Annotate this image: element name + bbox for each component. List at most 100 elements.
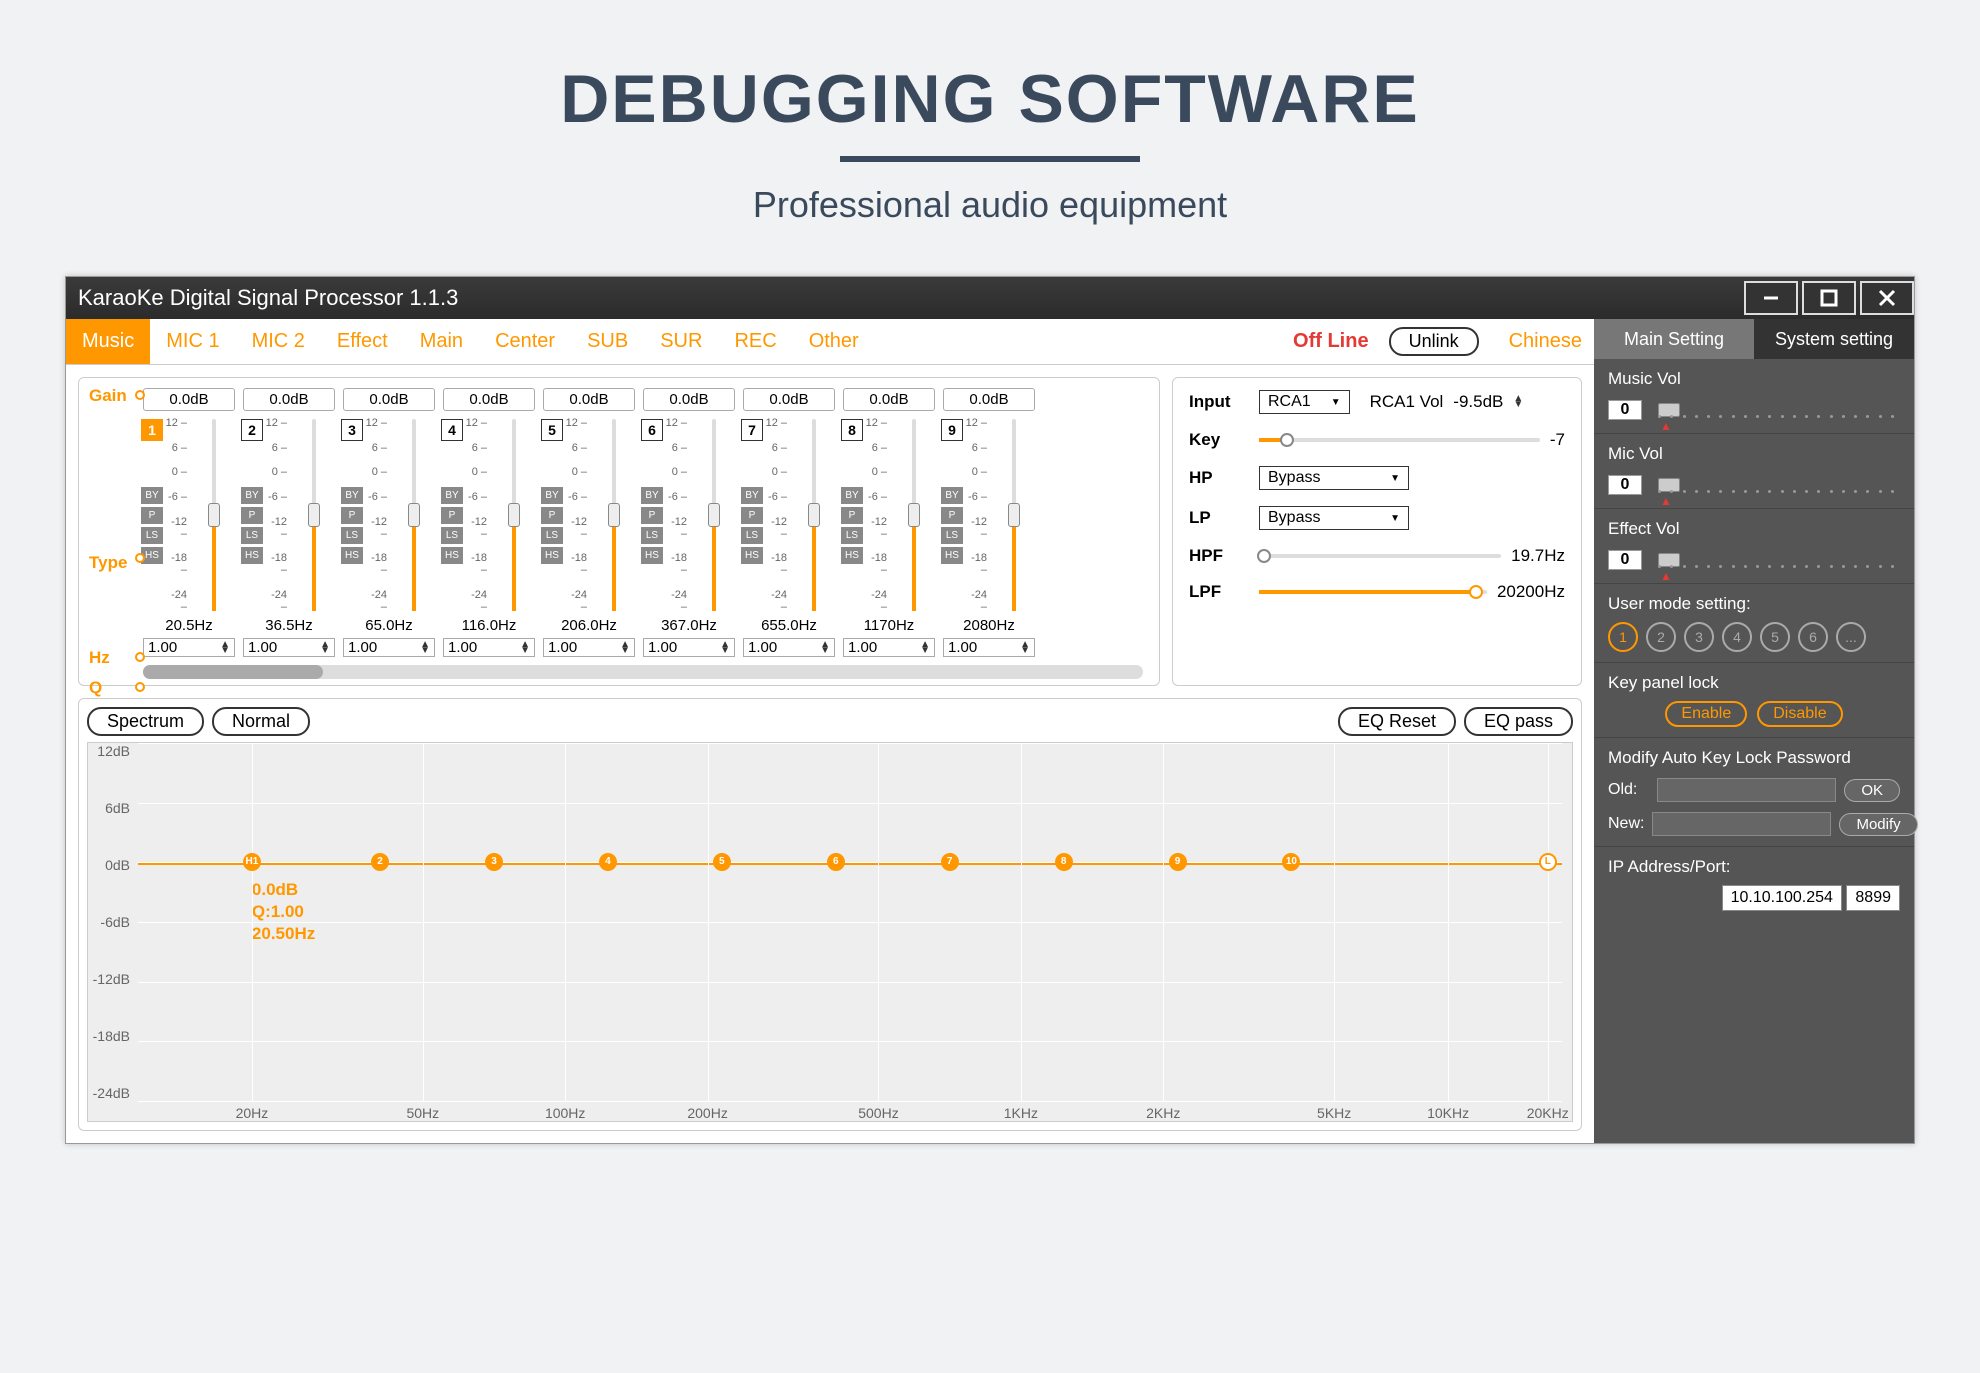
gain-value[interactable]: 0.0dB	[143, 388, 235, 411]
spectrum-button[interactable]: Spectrum	[87, 707, 204, 736]
hz-value[interactable]: 206.0Hz	[543, 615, 635, 636]
type-p[interactable]: P	[641, 507, 663, 524]
q-stepper[interactable]: ▲▼	[220, 642, 230, 654]
key-slider[interactable]	[1259, 438, 1540, 442]
q-value[interactable]: 1.00▲▼	[943, 638, 1035, 657]
tab-main-setting[interactable]: Main Setting	[1594, 319, 1754, 359]
mode-...[interactable]: ...	[1836, 622, 1866, 652]
type-by[interactable]: BY	[541, 487, 563, 504]
type-by[interactable]: BY	[141, 487, 163, 504]
new-pw-input[interactable]	[1652, 812, 1831, 836]
hz-value[interactable]: 65.0Hz	[343, 615, 435, 636]
type-ls[interactable]: LS	[341, 527, 363, 544]
old-pw-input[interactable]	[1657, 778, 1836, 802]
enable-button[interactable]: Enable	[1665, 701, 1747, 727]
language-toggle[interactable]: Chinese	[1509, 330, 1582, 353]
q-value[interactable]: 1.00▲▼	[143, 638, 235, 657]
mode-3[interactable]: 3	[1684, 622, 1714, 652]
gain-value[interactable]: 0.0dB	[643, 388, 735, 411]
type-ls[interactable]: LS	[141, 527, 163, 544]
effect-vol-slider[interactable]: ▲	[1652, 547, 1900, 573]
gain-slider[interactable]	[212, 419, 216, 611]
type-p[interactable]: P	[341, 507, 363, 524]
lp-select[interactable]: Bypass▼	[1259, 506, 1409, 530]
tab-main[interactable]: Main	[404, 319, 479, 364]
tab-mic-1[interactable]: MIC 1	[150, 319, 235, 364]
type-ls[interactable]: LS	[941, 527, 963, 544]
q-value[interactable]: 1.00▲▼	[543, 638, 635, 657]
tab-music[interactable]: Music	[66, 319, 150, 364]
band-number[interactable]: 9	[941, 419, 963, 441]
q-stepper[interactable]: ▲▼	[320, 642, 330, 654]
hz-value[interactable]: 20.5Hz	[143, 615, 235, 636]
lpf-slider[interactable]	[1259, 590, 1487, 594]
tab-sub[interactable]: SUB	[571, 319, 644, 364]
type-ls[interactable]: LS	[241, 527, 263, 544]
ok-button[interactable]: OK	[1844, 779, 1900, 802]
tab-rec[interactable]: REC	[718, 319, 792, 364]
eq-node[interactable]: 4	[599, 853, 617, 871]
type-hs[interactable]: HS	[441, 547, 463, 564]
maximize-button[interactable]	[1802, 281, 1856, 315]
eq-node[interactable]: 10	[1282, 853, 1300, 871]
disable-button[interactable]: Disable	[1757, 701, 1842, 727]
type-hs[interactable]: HS	[941, 547, 963, 564]
q-stepper[interactable]: ▲▼	[620, 642, 630, 654]
gain-slider[interactable]	[612, 419, 616, 611]
eq-node[interactable]: 8	[1055, 853, 1073, 871]
type-p[interactable]: P	[441, 507, 463, 524]
hz-value[interactable]: 655.0Hz	[743, 615, 835, 636]
eq-node[interactable]: 9	[1169, 853, 1187, 871]
band-number[interactable]: 3	[341, 419, 363, 441]
gain-value[interactable]: 0.0dB	[243, 388, 335, 411]
eq-pass-button[interactable]: EQ pass	[1464, 707, 1573, 736]
eq-node[interactable]: 3	[485, 853, 503, 871]
type-by[interactable]: BY	[741, 487, 763, 504]
gain-value[interactable]: 0.0dB	[843, 388, 935, 411]
eq-node[interactable]: H1	[243, 853, 261, 871]
q-stepper[interactable]: ▲▼	[720, 642, 730, 654]
eq-scrollbar[interactable]	[143, 665, 1143, 679]
vol-stepper[interactable]: ▲▼	[1513, 396, 1523, 408]
tab-center[interactable]: Center	[479, 319, 571, 364]
gain-value[interactable]: 0.0dB	[943, 388, 1035, 411]
scrollbar-thumb[interactable]	[143, 665, 323, 679]
type-ls[interactable]: LS	[841, 527, 863, 544]
eq-node[interactable]: L	[1539, 853, 1557, 871]
type-p[interactable]: P	[941, 507, 963, 524]
minimize-button[interactable]	[1744, 281, 1798, 315]
mode-2[interactable]: 2	[1646, 622, 1676, 652]
type-by[interactable]: BY	[241, 487, 263, 504]
hz-value[interactable]: 36.5Hz	[243, 615, 335, 636]
type-hs[interactable]: HS	[541, 547, 563, 564]
mode-4[interactable]: 4	[1722, 622, 1752, 652]
type-hs[interactable]: HS	[241, 547, 263, 564]
type-p[interactable]: P	[741, 507, 763, 524]
band-number[interactable]: 2	[241, 419, 263, 441]
gain-slider[interactable]	[912, 419, 916, 611]
type-hs[interactable]: HS	[841, 547, 863, 564]
gain-value[interactable]: 0.0dB	[343, 388, 435, 411]
tab-sur[interactable]: SUR	[644, 319, 718, 364]
type-p[interactable]: P	[141, 507, 163, 524]
type-hs[interactable]: HS	[741, 547, 763, 564]
gain-value[interactable]: 0.0dB	[743, 388, 835, 411]
q-stepper[interactable]: ▲▼	[1020, 642, 1030, 654]
q-value[interactable]: 1.00▲▼	[643, 638, 735, 657]
mic-vol-slider[interactable]: ▲	[1652, 472, 1900, 498]
band-number[interactable]: 7	[741, 419, 763, 441]
type-by[interactable]: BY	[941, 487, 963, 504]
hz-value[interactable]: 1170Hz	[843, 615, 935, 636]
eq-node[interactable]: 7	[941, 853, 959, 871]
q-value[interactable]: 1.00▲▼	[343, 638, 435, 657]
type-ls[interactable]: LS	[441, 527, 463, 544]
q-stepper[interactable]: ▲▼	[520, 642, 530, 654]
gain-slider[interactable]	[1012, 419, 1016, 611]
type-by[interactable]: BY	[441, 487, 463, 504]
modify-button[interactable]: Modify	[1839, 813, 1917, 836]
hp-select[interactable]: Bypass▼	[1259, 466, 1409, 490]
gain-slider[interactable]	[512, 419, 516, 611]
hz-value[interactable]: 116.0Hz	[443, 615, 535, 636]
q-stepper[interactable]: ▲▼	[920, 642, 930, 654]
mode-6[interactable]: 6	[1798, 622, 1828, 652]
